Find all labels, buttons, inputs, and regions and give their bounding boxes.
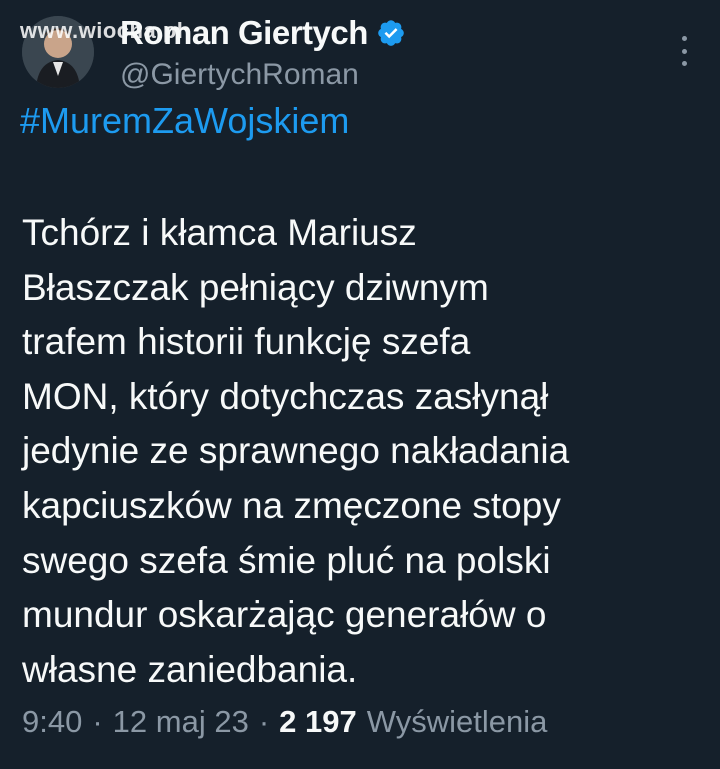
hashtag-link[interactable]: #MuremZaWojskiem xyxy=(20,100,349,142)
more-options-icon[interactable] xyxy=(680,36,688,66)
meta-separator: · xyxy=(258,704,270,739)
meta-separator: · xyxy=(92,704,103,739)
views-label: Wyświetlenia xyxy=(366,704,548,739)
author-handle[interactable]: @GiertychRoman xyxy=(120,58,406,92)
author-names: Roman Giertych @GiertychRoman xyxy=(120,14,406,92)
verified-badge-icon xyxy=(376,18,406,48)
author-display-name[interactable]: Roman Giertych xyxy=(120,14,368,52)
tweet-meta: 9:40 · 12 maj 23 · 2 197 Wyświetlenia xyxy=(22,704,547,740)
tweet-header: www.wiocha.pl Roman Giertych @GiertychRo… xyxy=(20,10,710,92)
tweet-text: Tchórz i kłamca Mariusz Błaszczak pełnią… xyxy=(22,212,570,690)
tweet-date[interactable]: 12 maj 23 xyxy=(113,704,249,740)
display-name-row: Roman Giertych xyxy=(120,14,406,52)
tweet-time[interactable]: 9:40 xyxy=(22,704,82,740)
views-count: 2 197 xyxy=(279,704,357,739)
